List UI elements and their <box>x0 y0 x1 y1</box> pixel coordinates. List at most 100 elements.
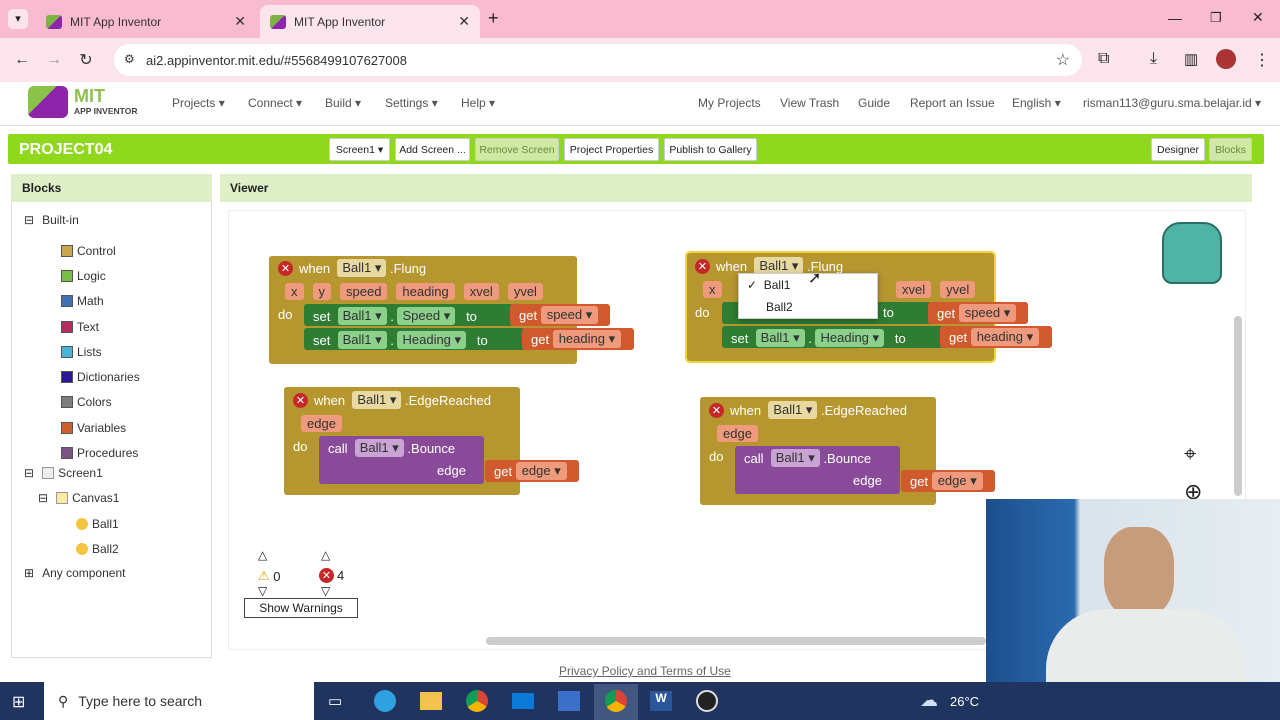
minimize-icon[interactable]: — <box>1168 10 1182 26</box>
link-guide[interactable]: Guide <box>858 96 890 110</box>
get-heading-block[interactable]: get heading ▾ <box>522 328 634 350</box>
new-tab-button[interactable]: + <box>488 8 499 29</box>
profile-avatar[interactable] <box>1216 49 1236 69</box>
app-inventor-logo-icon[interactable] <box>28 86 68 118</box>
link-report-issue[interactable]: Report an Issue <box>910 96 995 110</box>
builtin-list: Control Logic Math Text Lists Dictionari… <box>61 238 140 466</box>
edge-header-right: ✕ when Ball1 ▾ .EdgeReached <box>709 401 907 419</box>
builtin-node[interactable]: ⊟ Built-in <box>24 213 79 227</box>
mail-icon[interactable] <box>512 693 534 709</box>
get-edge-block[interactable]: get edge ▾ <box>485 460 579 482</box>
to-label: to <box>883 305 894 320</box>
tree-item-dictionaries[interactable]: Dictionaries <box>61 364 140 389</box>
component-dropdown[interactable]: Ball1 ▾ <box>337 259 387 277</box>
menu-projects[interactable]: Projects ▾ <box>172 96 225 110</box>
chrome-profile-icon <box>605 690 627 712</box>
download-icon[interactable]: ⤓ <box>1150 50 1157 68</box>
any-component-node[interactable]: ⊞ Any component <box>24 566 125 580</box>
close-icon[interactable]: ✕ <box>458 13 470 30</box>
temperature[interactable]: 26°C <box>950 694 979 709</box>
publish-gallery-button[interactable]: Publish to Gallery <box>664 138 757 161</box>
tree-item-logic[interactable]: Logic <box>61 263 140 288</box>
designer-button[interactable]: Designer <box>1151 138 1205 161</box>
tab-2[interactable]: MIT App Inventor ✕ <box>260 5 480 38</box>
more-menu-icon[interactable]: ⋮ <box>1254 50 1270 70</box>
edge-icon[interactable] <box>374 690 396 712</box>
task-view-icon[interactable]: ▭ <box>328 692 342 710</box>
edge-arg-label: edge <box>437 463 466 478</box>
get-heading-block-right[interactable]: get heading ▾ <box>940 326 1052 348</box>
weather-cloud-icon: ☁ <box>920 690 938 710</box>
screen1-node[interactable]: ⊟ Screen1 <box>24 466 103 480</box>
menu-help[interactable]: Help ▾ <box>461 96 495 110</box>
window-close-icon[interactable]: ✕ <box>1252 9 1264 26</box>
address-bar[interactable]: ⚙ ai2.appinventor.mit.edu/#5568499107627… <box>114 44 1082 76</box>
menu-build[interactable]: Build ▾ <box>325 96 361 110</box>
site-info-icon[interactable]: ⚙ <box>124 52 135 66</box>
remove-screen-button[interactable]: Remove Screen <box>475 138 559 161</box>
get-edge-block-right[interactable]: get edge ▾ <box>901 470 995 492</box>
tree-item-control[interactable]: Control <box>61 238 140 263</box>
language-menu[interactable]: English ▾ <box>1012 96 1061 110</box>
ball2-node[interactable]: Ball2 <box>76 542 119 556</box>
sidebar-icon[interactable]: ▥ <box>1184 50 1198 68</box>
recenter-icon[interactable]: ⌖ <box>1184 441 1196 467</box>
get-speed-block-right[interactable]: get speed ▾ <box>928 302 1028 324</box>
workspace-scrollbar[interactable] <box>486 637 986 645</box>
restore-icon[interactable]: ❐ <box>1210 10 1222 26</box>
tab-1[interactable]: MIT App Inventor ✕ <box>36 5 256 38</box>
canvas1-node[interactable]: ⊟ Canvas1 <box>38 491 119 505</box>
obs-icon[interactable] <box>696 690 718 712</box>
edge-header: ✕ when Ball1 ▾ .EdgeReached <box>293 391 491 409</box>
tree-item-math[interactable]: Math <box>61 289 140 314</box>
active-chrome-tile[interactable] <box>594 684 638 720</box>
warning-next-icon[interactable]: ▽ <box>258 584 267 598</box>
screen-select[interactable]: Screen1 ▾ <box>329 138 390 161</box>
tree-item-procedures[interactable]: Procedures <box>61 440 140 465</box>
show-warnings-button[interactable]: Show Warnings <box>244 598 358 618</box>
get-speed-block[interactable]: get speed ▾ <box>510 304 610 326</box>
mouse-cursor-icon: ➚ <box>808 270 822 287</box>
dropdown-item-ball1[interactable]: ✓ Ball1 <box>747 278 790 292</box>
privacy-link[interactable]: Privacy Policy and Terms of Use <box>559 664 731 678</box>
tree-item-colors[interactable]: Colors <box>61 390 140 415</box>
menu-settings[interactable]: Settings ▾ <box>385 96 438 110</box>
windows-start-icon[interactable]: ⊞ <box>12 692 25 712</box>
store-icon[interactable] <box>558 691 580 711</box>
add-screen-button[interactable]: Add Screen ... <box>395 138 470 161</box>
taskbar-search[interactable]: ⚲ Type here to search <box>44 682 314 720</box>
warning-prev-icon[interactable]: △ <box>258 548 267 562</box>
dropdown-item-ball2[interactable]: Ball2 <box>766 300 793 314</box>
link-view-trash[interactable]: View Trash <box>780 96 839 110</box>
check-icon: ✓ <box>747 278 758 292</box>
backpack-icon[interactable] <box>1162 222 1222 284</box>
project-properties-button[interactable]: Project Properties <box>564 138 659 161</box>
set-heading-row-right: set Ball1 ▾ . Heading ▾ to <box>731 329 906 347</box>
bookmark-star-icon[interactable]: ☆ <box>1056 50 1070 70</box>
error-icon: ✕ <box>319 568 334 583</box>
do-label: do <box>695 305 710 320</box>
link-my-projects[interactable]: My Projects <box>698 96 761 110</box>
menu-connect[interactable]: Connect ▾ <box>248 96 302 110</box>
back-icon[interactable]: ← <box>6 51 38 69</box>
error-icon: ✕ <box>293 392 308 408</box>
blocks-button[interactable]: Blocks <box>1209 138 1252 161</box>
user-menu[interactable]: risman113@guru.sma.belajar.id ▾ <box>1083 96 1261 110</box>
tree-item-variables[interactable]: Variables <box>61 415 140 440</box>
error-prev-icon[interactable]: △ <box>321 548 330 562</box>
workspace-vscrollbar[interactable] <box>1234 316 1242 496</box>
close-icon[interactable]: ✕ <box>234 13 246 30</box>
do-label: do <box>278 307 293 322</box>
tree-item-lists[interactable]: Lists <box>61 339 140 364</box>
reload-icon[interactable]: ↻ <box>70 50 102 70</box>
chrome-icon[interactable] <box>466 690 488 712</box>
tab-list-icon[interactable]: ▾ <box>8 9 28 29</box>
forward-icon[interactable]: → <box>38 51 70 69</box>
error-next-icon[interactable]: ▽ <box>321 584 330 598</box>
extensions-icon[interactable]: ⧉ <box>1098 50 1109 68</box>
ball1-node[interactable]: Ball1 <box>76 517 119 531</box>
tree-item-text[interactable]: Text <box>61 314 140 339</box>
edge-param-right: edge <box>717 425 758 442</box>
file-explorer-icon[interactable] <box>420 692 442 710</box>
word-icon[interactable]: W <box>650 691 672 711</box>
